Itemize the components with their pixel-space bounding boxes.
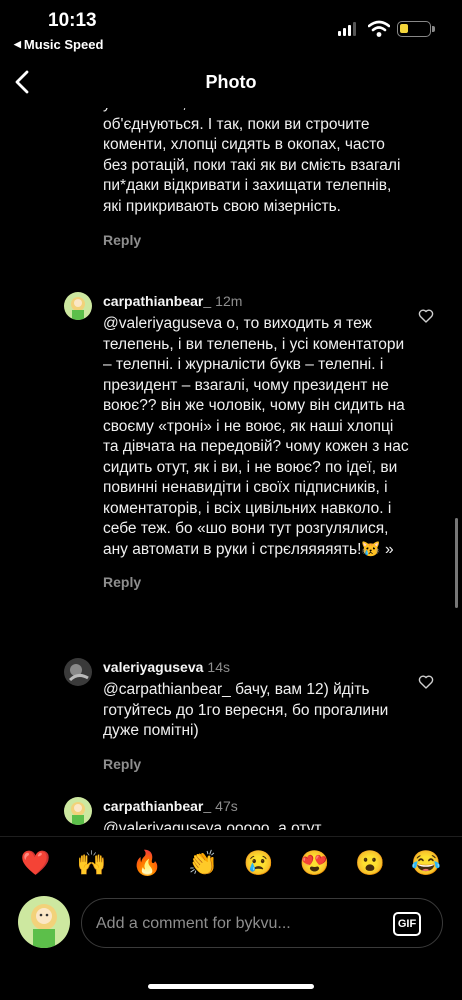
comment-username[interactable]: carpathianbear_ bbox=[103, 293, 211, 309]
emoji-raised-hands[interactable]: 🙌 bbox=[72, 849, 112, 878]
back-app-label: Music Speed bbox=[23, 37, 104, 52]
comment-username[interactable]: carpathianbear_ bbox=[103, 798, 211, 814]
comment-timestamp: 14s bbox=[207, 659, 230, 675]
avatar[interactable] bbox=[64, 658, 92, 686]
emoji-reaction-bar: ❤️ 🙌 🔥 👏 😢 😍 😮 😂 bbox=[0, 836, 462, 890]
status-bar: 10:13 ◀ Music Speed bbox=[0, 0, 462, 56]
battery-icon bbox=[397, 21, 435, 37]
home-indicator[interactable] bbox=[148, 984, 314, 989]
reply-button[interactable]: Reply bbox=[103, 756, 413, 772]
scrollbar[interactable] bbox=[455, 518, 458, 608]
comment-text: ухилістами, хай вони між собою об'єднуют… bbox=[103, 108, 401, 215]
battery-level bbox=[400, 24, 408, 33]
emoji-tears-of-joy[interactable]: 😂 bbox=[406, 849, 446, 878]
heart-outline-icon[interactable] bbox=[418, 308, 434, 324]
reply-button[interactable]: Reply bbox=[103, 574, 413, 590]
back-to-app-link[interactable]: ◀ Music Speed bbox=[14, 37, 103, 52]
emoji-heart-eyes[interactable]: 😍 bbox=[295, 849, 335, 878]
comment-list[interactable]: ухилістами, хай вони між собою об'єднуют… bbox=[0, 108, 462, 830]
comment-input[interactable] bbox=[96, 912, 376, 936]
current-user-avatar[interactable] bbox=[18, 896, 70, 948]
reply-button[interactable]: Reply bbox=[103, 232, 413, 248]
emoji-fire[interactable]: 🔥 bbox=[127, 849, 167, 878]
comment-text: @valeriyaguseva ооооо, а отут bbox=[103, 820, 322, 830]
wifi-icon bbox=[368, 20, 390, 37]
comment-timestamp: 12m bbox=[215, 293, 243, 309]
comment-timestamp: 47s bbox=[215, 798, 238, 814]
emoji-crying-face[interactable]: 😢 bbox=[239, 849, 279, 878]
top-bar: Photo bbox=[0, 56, 462, 108]
clock: 10:13 bbox=[48, 10, 97, 31]
heart-outline-icon[interactable] bbox=[418, 674, 434, 690]
back-triangle-icon: ◀ bbox=[14, 39, 21, 49]
avatar[interactable] bbox=[64, 292, 92, 320]
emoji-open-mouth[interactable]: 😮 bbox=[350, 849, 390, 878]
cellular-signal-icon bbox=[338, 22, 356, 36]
avatar[interactable] bbox=[64, 797, 92, 825]
comment-input-container: GIF bbox=[81, 898, 443, 948]
comment-text: @carpathianbear_ бачу, вам 12) йдіть гот… bbox=[103, 681, 389, 739]
emoji-red-heart[interactable]: ❤️ bbox=[16, 849, 56, 878]
emoji-clapping-hands[interactable]: 👏 bbox=[183, 849, 223, 878]
page-title: Photo bbox=[205, 72, 257, 92]
gif-icon[interactable]: GIF bbox=[393, 912, 421, 936]
comment-username[interactable]: valeriyaguseva bbox=[103, 659, 203, 675]
comment-text: @valeriyaguseva о, то виходить я теж тел… bbox=[103, 315, 409, 558]
